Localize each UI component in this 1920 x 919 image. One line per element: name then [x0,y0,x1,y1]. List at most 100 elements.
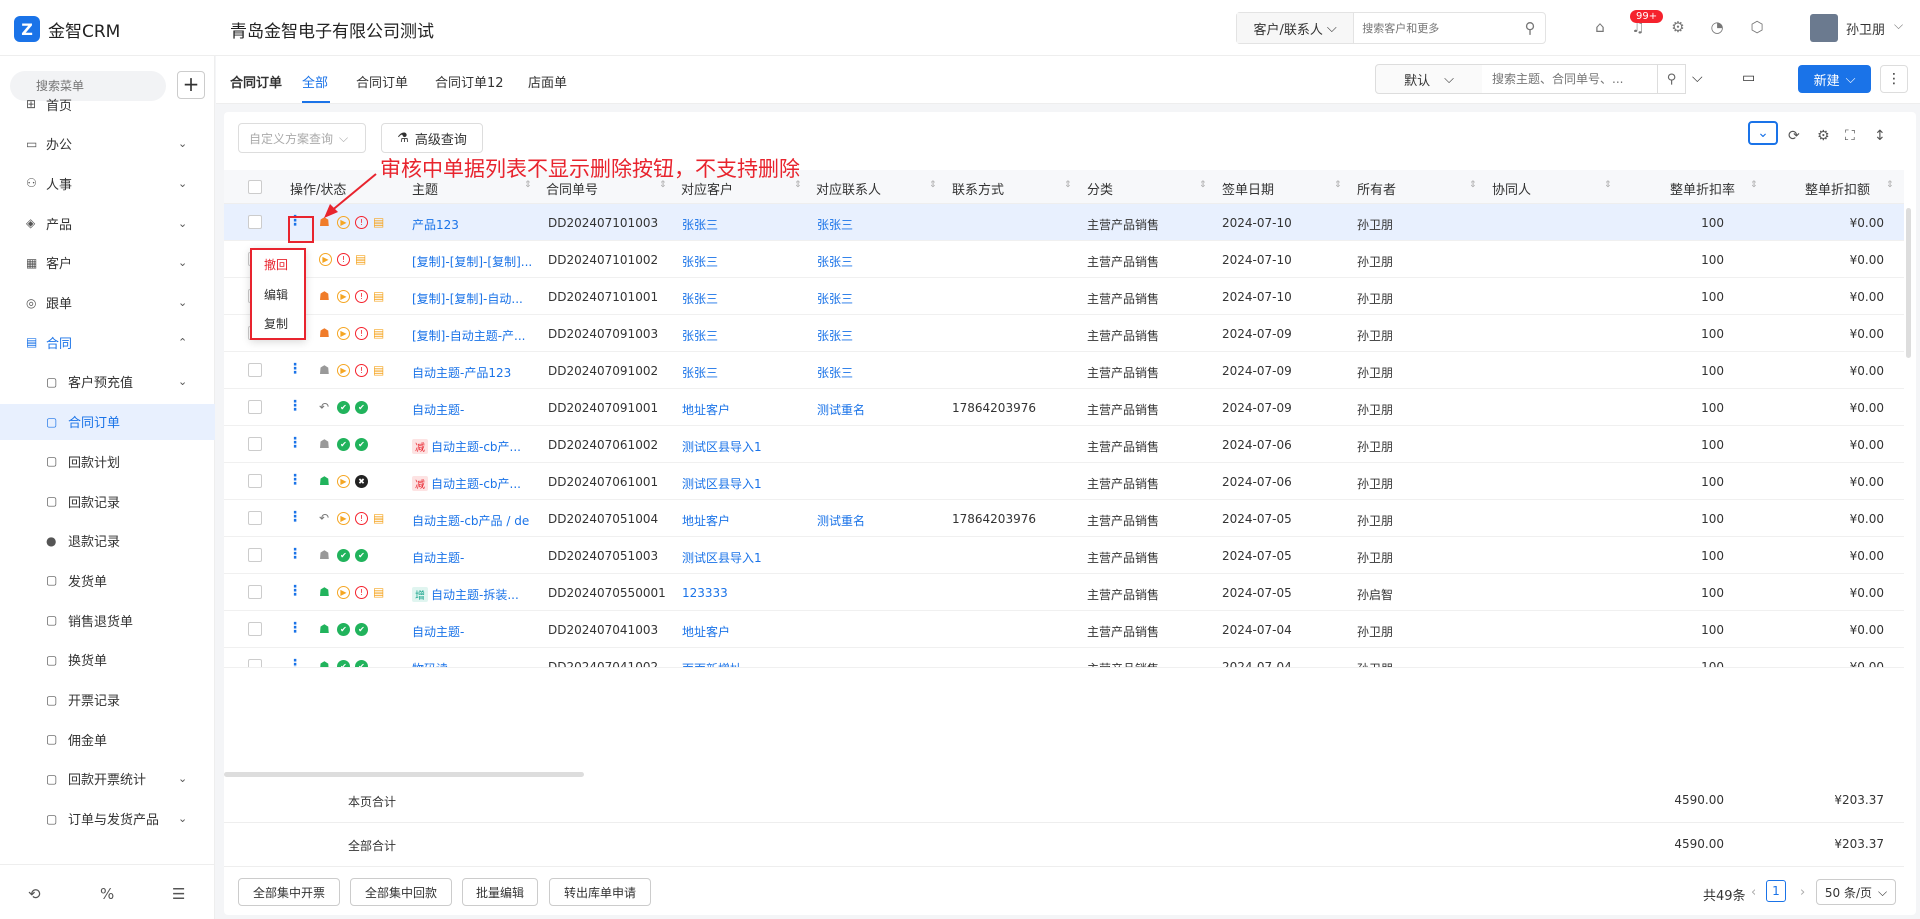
horizontal-scrollbar[interactable] [224,772,584,777]
sidebar-item-15[interactable]: ▢ 开票记录 [0,682,215,718]
table-row[interactable]: ⋮ ↶ ▶! ▤ 自动主题-cb产品 / de DD202407051004 地址客户 测试重… [224,500,1904,537]
tab-contract-orders-12[interactable]: 合同订单12 [435,72,504,91]
select-all-checkbox[interactable] [248,180,262,194]
table-row[interactable]: ⋮ ↶ ✔ ✔ 自动主题- DD202407091001 地址客户 测试重名 178642039… [224,389,1904,426]
table-row[interactable]: ▶! ▤ [复制]-[复制]-[复制]... DD202407101002 张张三 张张三… [224,241,1904,278]
sort-icon[interactable]: ⇕ [1886,180,1894,190]
cell-subject[interactable]: 自动主题-cb产品 / de [412,512,540,529]
cell-contact[interactable]: 测试重名 [817,401,947,418]
sidebar-item-2[interactable]: ⚇ 人事 ⌄ [0,165,215,201]
header-date[interactable]: 签单日期 [1222,179,1274,198]
row-checkbox[interactable] [248,659,262,667]
chevron-down-icon[interactable]: ⌵ [1692,70,1703,86]
settings-icon[interactable]: ⚙ [1817,128,1830,144]
cell-customer[interactable]: 张张三 [682,364,812,381]
cell-customer[interactable]: 张张三 [682,327,812,344]
sidebar-item-0[interactable]: ⊞ 首页 [0,86,215,122]
sidebar-item-16[interactable]: ▢ 佣金单 [0,721,215,757]
order-search-input[interactable] [1482,64,1658,94]
cell-customer[interactable]: 地址客户 [682,401,812,418]
cell-customer[interactable]: 地址客户 [682,512,812,529]
table-row[interactable]: ⋮ ☗ ▶! ▤ 自动主题-产品123 DD202407091002 张张三 张张三 主营产品销… [224,352,1904,389]
sidebar-item-18[interactable]: ▢ 订单与发货产品 ⌄ [0,801,215,837]
sidebar-item-7[interactable]: ▢ 客户预充值 ⌄ [0,364,215,400]
sidebar-item-12[interactable]: ▢ 发货单 [0,562,215,598]
fullscreen-icon[interactable]: ⛶ [1845,128,1855,144]
row-checkbox[interactable] [248,215,262,229]
sort-icon[interactable]: ⇕ [1750,180,1758,190]
row-more-icon[interactable]: ⋮ [288,398,302,414]
sidebar-item-4[interactable]: ▦ 客户 ⌄ [0,245,215,281]
sidebar-item-6[interactable]: ▤ 合同 ⌃ [0,324,215,360]
tab-all[interactable]: 全部 [302,72,328,91]
prev-page-icon[interactable]: ‹ [1751,885,1756,900]
cell-subject[interactable]: 增自动主题-拆装... [412,586,540,603]
more-button[interactable]: ⋮ [1880,65,1908,93]
sort-icon[interactable]: ⇕ [1199,180,1207,190]
batch-payment-button[interactable]: 全部集中回款 [350,878,452,906]
header-owner[interactable]: 所有者 [1357,179,1396,198]
table-row[interactable]: ⋮ ☗ ▶ ✖ 减自动主题-cb产... DD202407061001 测试区县导入1 主营产… [224,463,1904,500]
row-checkbox[interactable] [248,437,262,451]
header-phone[interactable]: 联系方式 [952,179,1004,198]
sort-icon[interactable]: ⇕ [1334,180,1342,190]
menu-item-withdraw[interactable]: 撤回 [264,256,288,273]
sort-icon[interactable]: ⇕ [929,180,937,190]
cube-icon[interactable]: ⬡ [1747,18,1767,38]
row-more-icon[interactable]: ⋮ [288,546,302,562]
row-more-icon[interactable]: ⋮ [288,472,302,488]
cell-subject[interactable]: [复制]-自动主题-产... [412,327,540,344]
avatar[interactable] [1810,14,1838,42]
search-type-select[interactable]: 客户/联系人 ⌵ [1237,13,1355,43]
batch-invoice-button[interactable]: 全部集中开票 [238,878,340,906]
row-more-icon[interactable]: ⋮ [288,509,302,525]
row-more-icon[interactable]: ⋮ [288,361,302,377]
cell-customer[interactable]: 测试区县导入1 [682,475,812,492]
row-checkbox[interactable] [248,511,262,525]
sidebar-item-8[interactable]: ▢ 合同订单 [0,403,215,440]
menu-item-copy[interactable]: 复制 [264,315,288,332]
scheme-select[interactable]: 自定义方案查询 ⌵ [238,123,366,153]
cell-subject[interactable]: [复制]-[复制]-自动... [412,290,540,307]
advanced-query-button[interactable]: ⚗ 高级查询 [381,123,483,153]
search-icon[interactable]: ⚲ [1658,64,1686,94]
print-icon[interactable]: ▭ [1742,70,1755,86]
sidebar-item-5[interactable]: ◎ 跟单 ⌄ [0,285,215,321]
row-more-icon[interactable]: ⋮ [288,583,302,599]
vertical-scrollbar[interactable] [1906,208,1911,358]
page-number[interactable]: 1 [1766,880,1786,902]
sidebar-item-11[interactable]: ● 退款记录 [0,523,215,559]
page-size-select[interactable]: 50 条/页 ⌵ [1816,879,1896,905]
cell-subject[interactable]: 产品123 [412,216,540,233]
row-more-icon[interactable]: ⋮ [288,620,302,636]
cell-customer[interactable]: 测试区县导入1 [682,549,812,566]
cell-subject[interactable]: 自动主题- [412,401,540,418]
table-row[interactable]: ⋮ ☗ ✔ ✔ 自动主题- DD202407041003 地址客户 主营产品销售 2024-07… [224,611,1904,648]
new-button[interactable]: 新建 ⌵ [1798,65,1871,93]
cell-contact[interactable]: 张张三 [817,290,947,307]
cell-contact[interactable]: 张张三 [817,216,947,233]
sidebar-item-10[interactable]: ▢ 回款记录 [0,483,215,519]
cell-subject[interactable]: 自动主题-产品123 [412,364,540,381]
header-discount-rate[interactable]: 整单折扣率 [1670,179,1735,198]
sidebar-item-1[interactable]: ▭ 办公 ⌄ [0,126,215,162]
sidebar-item-9[interactable]: ▢ 回款计划 [0,443,215,479]
header-category[interactable]: 分类 [1087,179,1113,198]
cell-customer[interactable]: 张张三 [682,253,812,270]
table-row[interactable]: ☗ ▶! ▤ [复制]-[复制]-自动... DD202407101001 张张三 张张三 主… [224,278,1904,315]
percent-icon[interactable]: % [100,885,114,903]
cell-customer[interactable]: 测试区县导入1 [682,438,812,455]
chart-icon[interactable]: ◔ [1707,18,1727,38]
batch-edit-button[interactable]: 批量编辑 [462,878,538,906]
cell-contact[interactable]: 张张三 [817,327,947,344]
user-name[interactable]: 孙卫朋 [1846,19,1885,38]
row-checkbox[interactable] [248,548,262,562]
sort-icon[interactable]: ⇕ [1469,180,1477,190]
row-checkbox[interactable] [248,363,262,377]
header-discount-amount[interactable]: 整单折扣额 [1805,179,1870,198]
table-row[interactable]: ⋮ ☗ ✔ ✔ 减自动主题-cb产... DD202407061002 测试区县导入1 主营产… [224,426,1904,463]
tab-contract-orders[interactable]: 合同订单 [356,72,408,91]
cell-customer[interactable]: 123333 [682,586,812,600]
chevron-down-icon[interactable]: ⌵ [1894,18,1903,33]
row-checkbox[interactable] [248,400,262,414]
